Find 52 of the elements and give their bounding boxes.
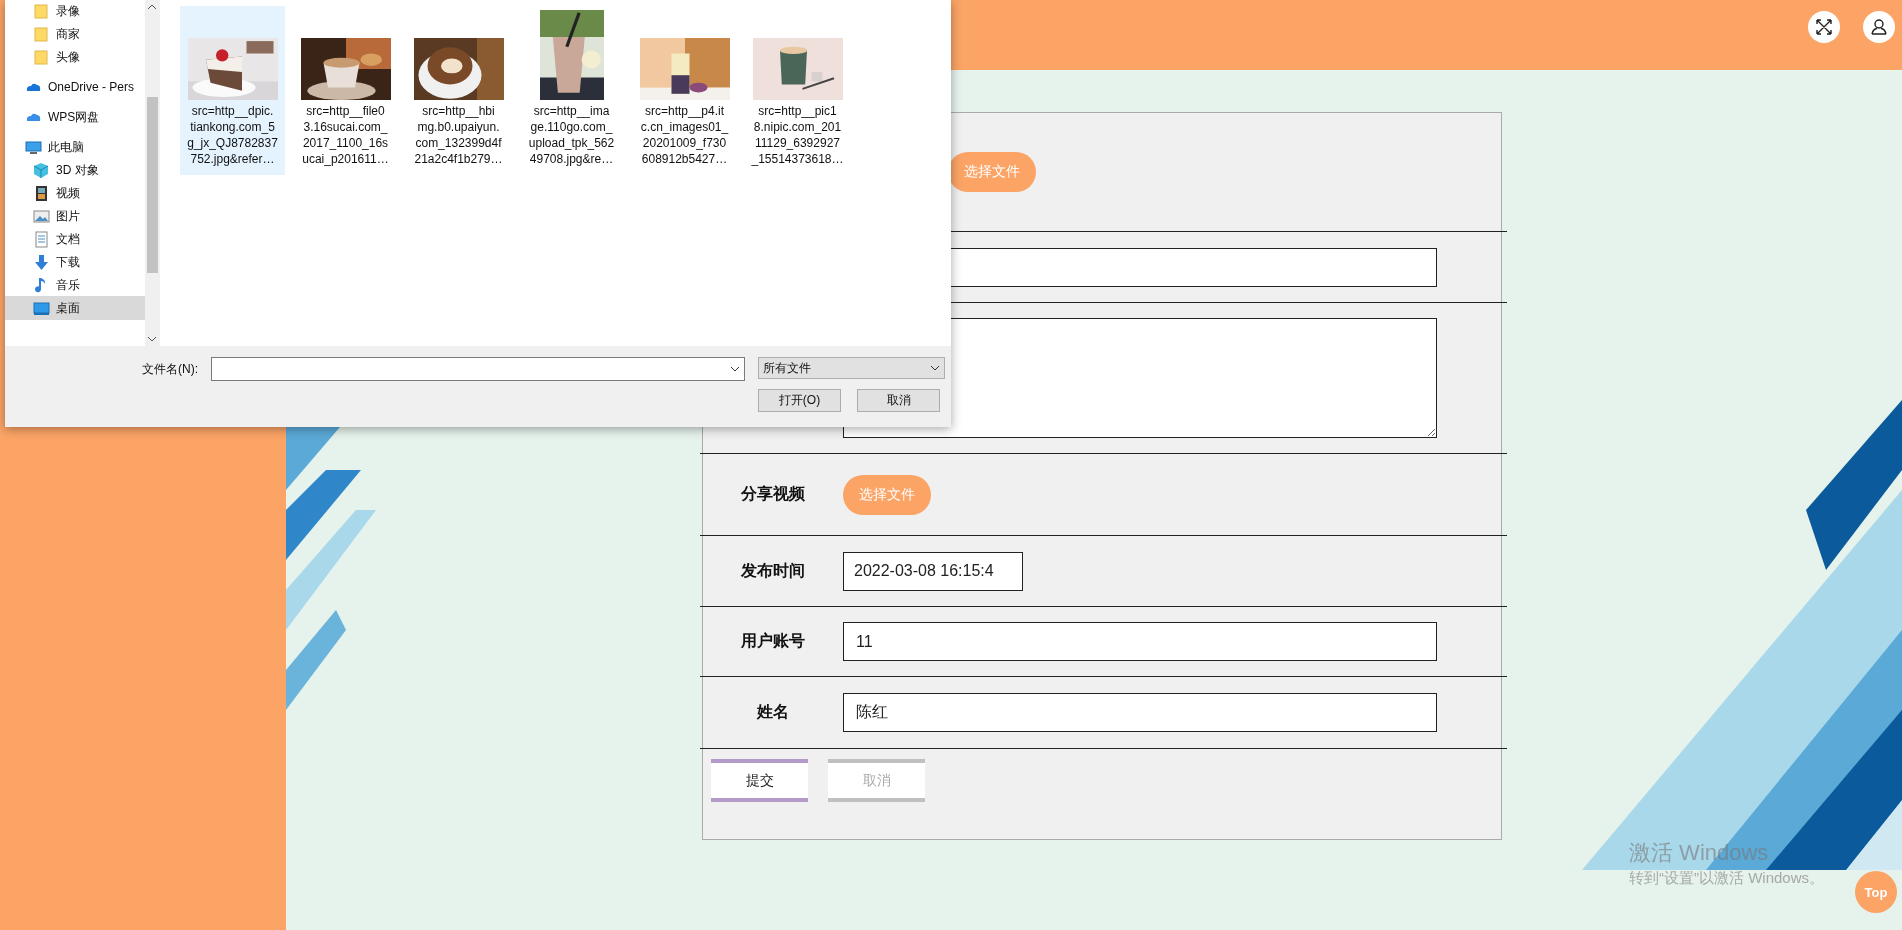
chevron-icon xyxy=(930,365,940,371)
field-label: 用户账号 xyxy=(740,631,806,651)
user-icon xyxy=(1870,18,1888,36)
file-item[interactable]: src=http__p4.it c.cn_images01_ 20201009_f730 608912b5427… xyxy=(632,6,737,175)
field-label: 发布时间 xyxy=(740,560,806,581)
file-item[interactable]: src=http__ima ge.110go.com_ upload_tpk_562 49708.jpg&re… xyxy=(519,6,624,175)
expand-icon xyxy=(1815,18,1833,36)
user-button[interactable] xyxy=(1863,11,1895,43)
nav-item[interactable]: 文档 xyxy=(5,227,145,251)
nav-item[interactable]: 下载 xyxy=(5,250,145,274)
date-field[interactable]: 2022-03-08 16:15:4 xyxy=(843,551,1023,591)
nav-item[interactable]: 商家 xyxy=(5,22,145,46)
nav-item[interactable]: OneDrive - Pers xyxy=(5,75,145,99)
nav-item[interactable]: 图片 xyxy=(5,204,145,228)
file-type-select[interactable]: 所有文件 xyxy=(758,357,945,379)
desktop-icon xyxy=(33,299,50,317)
pc-icon xyxy=(25,138,42,156)
fullscreen-button[interactable] xyxy=(1808,11,1840,43)
folder-icon xyxy=(33,2,50,20)
file-item[interactable]: src=http__file0 3.16sucai.com_ 2017_1100_16s ucai_p201611… xyxy=(293,6,398,175)
file-item[interactable]: src=http__hbi mg.b0.upaiyun. com_132399d4f 21a2c4f1b279… xyxy=(406,6,511,175)
activation-text: 转到“设置”以激活 Windows。 xyxy=(1629,869,1824,888)
nav-item[interactable]: 3D 对象 xyxy=(5,158,145,182)
file-item[interactable]: src=http__pic1 8.nipic.com_201 11129_6392927 _15514373618… xyxy=(745,6,850,175)
folder-icon xyxy=(33,25,50,43)
nav-item[interactable]: WPS网盘 xyxy=(5,105,145,129)
scrollbar[interactable] xyxy=(145,0,160,346)
nav-item[interactable]: 视频 xyxy=(5,181,145,205)
nav-item[interactable]: 头像 xyxy=(5,45,145,69)
scroll-up-icon[interactable] xyxy=(147,4,157,10)
file-item[interactable]: src=http__dpic. tiankong.com_5 g_jx_QJ8782837 752.jpg&refer… xyxy=(180,6,285,175)
nav-item[interactable]: 音乐 xyxy=(5,273,145,297)
field-label: 分享视频 xyxy=(740,484,806,504)
nav-item[interactable]: 桌面 xyxy=(5,296,145,320)
filename-label: 文件名(N): xyxy=(141,360,198,378)
submit-button[interactable]: 提交 xyxy=(711,759,808,802)
download-icon xyxy=(33,253,50,271)
nav-item[interactable]: 录像 xyxy=(5,0,145,23)
text-field[interactable]: 11 xyxy=(843,622,1437,661)
film-icon xyxy=(33,184,50,202)
cancel-button[interactable]: 取消 xyxy=(857,389,940,412)
chevron-icon xyxy=(730,366,740,372)
doc-icon xyxy=(33,230,50,248)
open-button[interactable]: 打开(O) xyxy=(758,389,841,412)
text-field[interactable]: 陈红 xyxy=(843,693,1437,732)
scroll-down-icon[interactable] xyxy=(147,336,157,342)
nav-item[interactable]: 此电脑 xyxy=(5,135,145,159)
field-label: 姓名 xyxy=(755,702,790,722)
image-icon xyxy=(33,207,50,225)
folder-icon xyxy=(33,48,50,66)
filename-field[interactable] xyxy=(211,357,745,381)
cube-icon xyxy=(33,161,50,179)
